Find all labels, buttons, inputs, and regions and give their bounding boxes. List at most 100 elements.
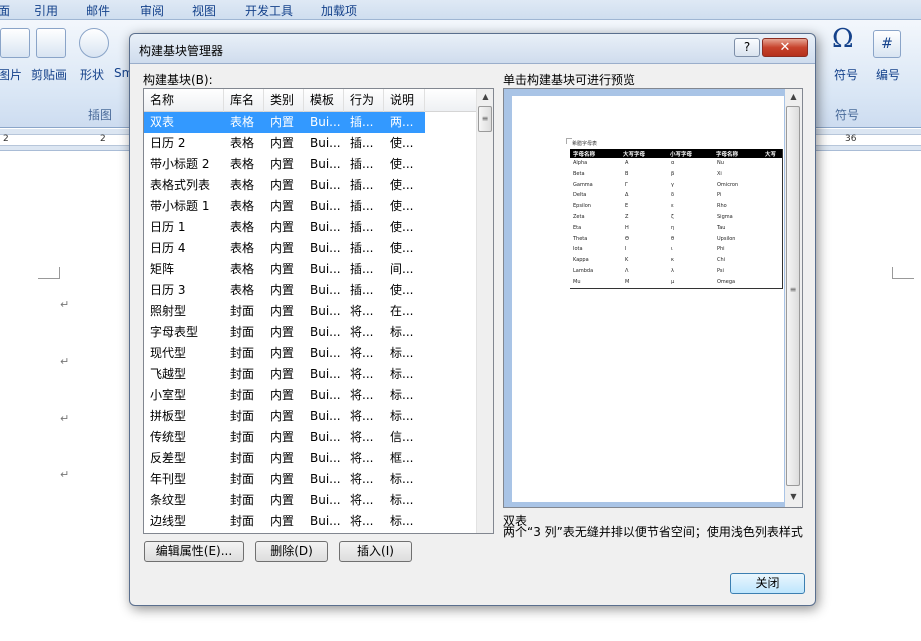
- preview-table-cell: Delta: [573, 192, 587, 199]
- cell-gallery: 封面: [230, 346, 255, 360]
- cell-category: 内置: [270, 199, 295, 213]
- list-item[interactable]: 条纹型 封面 内置 Bui... 将... 标...: [144, 490, 477, 511]
- list-item[interactable]: 表格式列表 表格 内置 Bui... 插... 使...: [144, 175, 477, 196]
- preview-header-cell: 小写字母: [670, 152, 693, 158]
- list-item[interactable]: 字母表型 封面 内置 Bui... 将... 标...: [144, 322, 477, 343]
- scroll-up-icon[interactable]: ▲: [478, 89, 493, 105]
- cell-behavior: 插...: [350, 262, 374, 276]
- help-button[interactable]: ?: [734, 38, 760, 57]
- scroll-up-icon[interactable]: ▲: [786, 89, 801, 105]
- list-scroll-thumb[interactable]: ≡: [478, 106, 492, 132]
- edit-properties-button[interactable]: 编辑属性(E)...: [144, 541, 244, 562]
- illustrations-group-label: 插图: [88, 108, 113, 122]
- list-item[interactable]: 带小标题 2 表格 内置 Bui... 插... 使...: [144, 154, 477, 175]
- paragraph-mark: ↵: [60, 412, 70, 425]
- list-item[interactable]: 边线型 封面 内置 Bui... 将... 标...: [144, 511, 477, 532]
- ribbon-tab-references[interactable]: 引用: [34, 2, 58, 19]
- ribbon-tab-developer[interactable]: 开发工具: [245, 2, 293, 19]
- list-item[interactable]: 飞越型 封面 内置 Bui... 将... 标...: [144, 364, 477, 385]
- cell-description: 标...: [390, 346, 414, 360]
- scroll-down-icon[interactable]: ▼: [786, 489, 801, 505]
- column-header-behavior[interactable]: 行为: [344, 89, 384, 112]
- cell-gallery: 表格: [230, 262, 255, 276]
- ribbon-tab-review[interactable]: 审阅: [140, 2, 164, 19]
- preview-table-header: 字母名称 大写字母 小写字母 字母名称 大写: [570, 149, 782, 158]
- list-item[interactable]: 矩阵 表格 内置 Bui... 插... 间...: [144, 259, 477, 280]
- preview-table-cell: Beta: [573, 170, 585, 177]
- list-item[interactable]: 日历 4 表格 内置 Bui... 插... 使...: [144, 238, 477, 259]
- clipart-icon[interactable]: [36, 28, 66, 58]
- dialog-titlebar[interactable]: 构建基块管理器 ? ✕: [130, 34, 815, 64]
- paragraph-mark: ↵: [60, 355, 70, 368]
- shape-button[interactable]: 形状: [80, 66, 104, 83]
- ribbon-tab-mailings[interactable]: 邮件: [86, 2, 110, 19]
- number-button[interactable]: 编号: [876, 66, 900, 83]
- column-header-gallery[interactable]: 库名: [224, 89, 264, 112]
- symbol-button[interactable]: 符号: [834, 66, 858, 83]
- cell-template: Bui...: [310, 283, 341, 297]
- list-item[interactable]: 照射型 封面 内置 Bui... 将... 在...: [144, 301, 477, 322]
- cell-gallery: 封面: [230, 325, 255, 339]
- cell-gallery: 封面: [230, 514, 255, 528]
- preview-table-cell: Λ: [625, 267, 629, 274]
- preview-page: 希腊字母表 字母名称 大写字母 小写字母 字母名称 大写 Alpha Αα Nu Be…: [512, 96, 784, 502]
- cell-gallery: 封面: [230, 388, 255, 402]
- preview-table-cell: Rho: [717, 203, 727, 210]
- ribbon-tab-view[interactable]: 视图: [192, 2, 216, 19]
- list-scrollbar[interactable]: ▲ ≡: [476, 89, 493, 533]
- cell-template: Bui...: [310, 388, 341, 402]
- list-item[interactable]: 现代型 封面 内置 Bui... 将... 标...: [144, 343, 477, 364]
- cell-category: 内置: [270, 514, 295, 528]
- picture-button[interactable]: 图片: [0, 66, 22, 83]
- column-header-template[interactable]: 模板: [304, 89, 344, 112]
- ruler-mark: 2: [3, 134, 9, 144]
- cell-name: 传统型: [150, 430, 187, 444]
- building-blocks-list[interactable]: 名称 库名 类别 模板 行为 说明 双表 表格 内置 Bui... 插... 两... 日历…: [143, 88, 494, 534]
- preview-label: 单击构建基块可进行预览: [503, 73, 636, 87]
- cell-name: 日历 2: [150, 136, 186, 150]
- list-item[interactable]: 拼板型 封面 内置 Bui... 将... 标...: [144, 406, 477, 427]
- cell-behavior: 插...: [350, 241, 374, 255]
- ribbon-tab-partial[interactable]: 面: [0, 2, 10, 19]
- preview-table-row: Iota Ιι Phi: [570, 244, 782, 255]
- column-header-name[interactable]: 名称: [144, 89, 224, 112]
- preview-scrollbar[interactable]: ▲ ≡ ▼: [785, 89, 802, 507]
- list-item[interactable]: 日历 1 表格 内置 Bui... 插... 使...: [144, 217, 477, 238]
- close-window-button[interactable]: ✕: [762, 38, 808, 57]
- preview-table-cell: κ: [671, 257, 674, 264]
- preview-table-cell: θ: [671, 235, 675, 242]
- list-item[interactable]: 日历 3 表格 内置 Bui... 插... 使...: [144, 280, 477, 301]
- preview-table-row: Beta Ββ Xi: [570, 169, 782, 180]
- ribbon-tab-addins[interactable]: 加载项: [321, 2, 357, 19]
- preview-scroll-thumb[interactable]: ≡: [786, 106, 800, 486]
- number-icon[interactable]: #: [873, 30, 901, 58]
- omega-icon[interactable]: Ω: [832, 24, 854, 54]
- delete-button[interactable]: 删除(D): [255, 541, 328, 562]
- cell-name: 条纹型: [150, 493, 187, 507]
- list-item[interactable]: 双表 表格 内置 Bui... 插... 两...: [144, 112, 425, 133]
- list-item[interactable]: 带小标题 1 表格 内置 Bui... 插... 使...: [144, 196, 477, 217]
- shape-icon[interactable]: [79, 28, 109, 58]
- cell-name: 拼板型: [150, 409, 187, 423]
- list-item[interactable]: 年刊型 封面 内置 Bui... 将... 标...: [144, 469, 477, 490]
- list-item[interactable]: 反差型 封面 内置 Bui... 将... 框...: [144, 448, 477, 469]
- cell-description: 使...: [390, 283, 414, 297]
- list-item[interactable]: 传统型 封面 内置 Bui... 将... 信...: [144, 427, 477, 448]
- clipart-button[interactable]: 剪贴画: [31, 66, 67, 83]
- cell-category: 内置: [270, 451, 295, 465]
- insert-button[interactable]: 插入(I): [339, 541, 412, 562]
- list-item[interactable]: 日历 2 表格 内置 Bui... 插... 使...: [144, 133, 477, 154]
- list-item[interactable]: 小室型 封面 内置 Bui... 将... 标...: [144, 385, 477, 406]
- cell-name: 日历 1: [150, 220, 186, 234]
- cell-template: Bui...: [310, 304, 341, 318]
- picture-icon[interactable]: [0, 28, 30, 58]
- close-dialog-button[interactable]: 关闭: [730, 573, 805, 594]
- preview-pane[interactable]: 希腊字母表 字母名称 大写字母 小写字母 字母名称 大写 Alpha Αα Nu Be…: [503, 88, 803, 508]
- cell-name: 反差型: [150, 451, 187, 465]
- cell-name: 小室型: [150, 388, 187, 402]
- grip-icon: ≡: [789, 285, 797, 294]
- preview-table-cell: Mu: [573, 278, 581, 285]
- column-header-description[interactable]: 说明: [384, 89, 425, 112]
- column-header-category[interactable]: 类别: [264, 89, 304, 112]
- preview-table-cell: Β: [625, 170, 629, 177]
